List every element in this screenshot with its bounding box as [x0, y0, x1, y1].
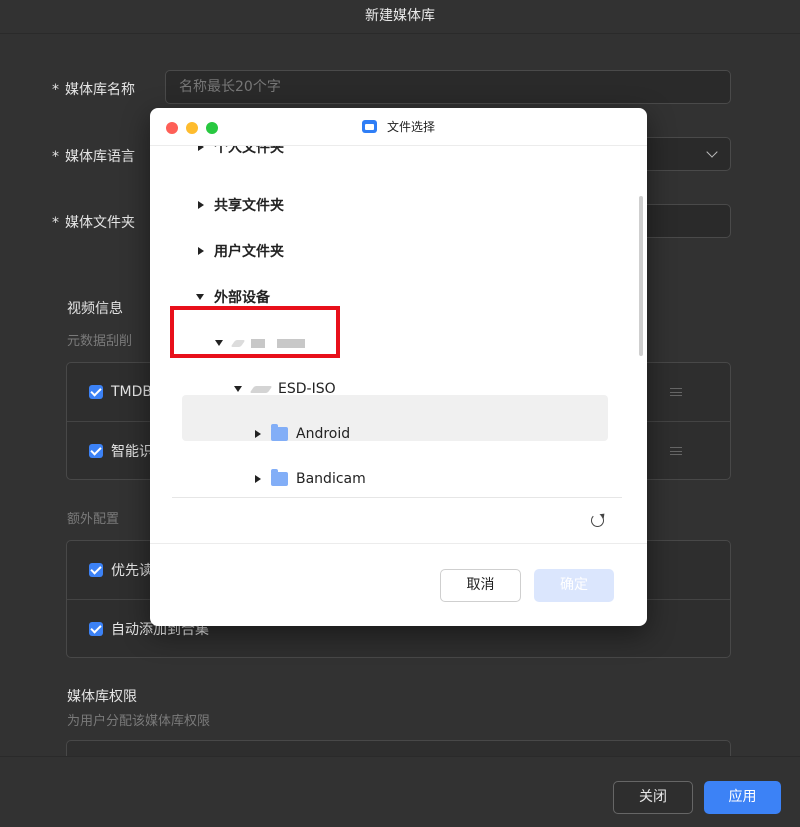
caret-right-icon[interactable] [255, 430, 261, 438]
tree-item-esd-iso[interactable]: ESD-ISO [234, 370, 336, 408]
caret-down-icon[interactable] [215, 340, 223, 346]
tree-item-usb-device[interactable] [215, 324, 317, 362]
tree-item-label: 共享文件夹 [214, 198, 284, 214]
drag-handle-icon[interactable] [670, 388, 682, 396]
tree-item-label: 个人文件夹 [214, 146, 284, 156]
tree-item-android[interactable]: Android [255, 415, 350, 453]
caret-right-icon[interactable] [198, 247, 204, 255]
caret-down-icon[interactable] [196, 294, 204, 300]
dialog-title: 文件选择 [150, 108, 647, 146]
tree-item-label: 外部设备 [214, 290, 270, 306]
folder-label-text: 媒体文件夹 [65, 215, 135, 231]
list-item-label: 优先读 [111, 563, 153, 579]
list-item-label: 智能识 [111, 443, 153, 460]
tree-item-label: 用户文件夹 [214, 244, 284, 260]
folder-tree: 个人文件夹 共享文件夹 用户文件夹 外部设备 ESD-ISO Android B… [150, 146, 647, 498]
drag-handle-icon[interactable] [670, 447, 682, 455]
folder-label: * 媒体文件夹 [52, 212, 135, 232]
caret-right-icon[interactable] [255, 475, 261, 483]
refresh-icon[interactable] [591, 514, 604, 527]
caret-right-icon[interactable] [198, 146, 204, 151]
scrollbar[interactable] [639, 196, 643, 356]
dialog-title-text: 文件选择 [386, 120, 435, 134]
permissions-subtitle: 为用户分配该媒体库权限 [67, 714, 211, 729]
divider [150, 543, 647, 544]
library-name-input[interactable]: 名称最长20个字 [165, 70, 731, 104]
dialog-titlebar: 文件选择 [150, 108, 647, 146]
drive-icon [249, 385, 273, 393]
close-button[interactable]: 关闭 [613, 781, 693, 814]
required-mark: * [52, 149, 59, 165]
video-info-subtitle: 元数据刮削 [67, 334, 133, 349]
checkbox[interactable] [89, 443, 103, 458]
extra-config-title: 额外配置 [67, 512, 120, 527]
file-station-icon [361, 120, 377, 133]
tree-item-label: Bandicam [296, 471, 366, 487]
confirm-button[interactable]: 确定 [534, 569, 614, 602]
drive-icon [230, 339, 246, 347]
name-label: * 媒体库名称 [52, 79, 135, 99]
apply-button[interactable]: 应用 [704, 781, 781, 814]
required-mark: * [52, 82, 59, 98]
page-title: 新建媒体库 [0, 0, 800, 34]
redacted-text [277, 338, 305, 348]
permissions-title: 媒体库权限 [67, 689, 137, 705]
tree-item-personal-folder[interactable]: 个人文件夹 [198, 146, 284, 166]
checkbox[interactable] [89, 563, 103, 577]
redacted-text [251, 338, 265, 348]
tree-item-user-folder[interactable]: 用户文件夹 [198, 232, 284, 270]
checkbox[interactable] [89, 621, 103, 636]
caret-down-icon[interactable] [234, 386, 242, 392]
tree-item-label: Android [296, 426, 351, 442]
divider [172, 497, 622, 498]
required-mark: * [52, 215, 59, 231]
tree-item-bandicam[interactable]: Bandicam [255, 460, 366, 498]
video-info-title: 视频信息 [67, 301, 123, 317]
name-label-text: 媒体库名称 [65, 82, 135, 98]
caret-right-icon[interactable] [198, 201, 204, 209]
language-label-text: 媒体库语言 [65, 149, 135, 165]
folder-icon [271, 469, 288, 486]
cancel-button[interactable]: 取消 [440, 569, 521, 602]
language-label: * 媒体库语言 [52, 146, 135, 166]
chevron-down-icon [706, 146, 718, 158]
tree-item-label: ESD-ISO [278, 381, 336, 397]
file-picker-dialog: 文件选择 个人文件夹 共享文件夹 用户文件夹 外部设备 ESD-ISO Andr… [150, 108, 647, 626]
tree-item-shared-folder[interactable]: 共享文件夹 [198, 186, 284, 224]
list-item-label: TMDB [111, 384, 153, 400]
name-placeholder: 名称最长20个字 [179, 79, 281, 95]
checkbox[interactable] [89, 385, 103, 399]
folder-icon [271, 424, 288, 441]
